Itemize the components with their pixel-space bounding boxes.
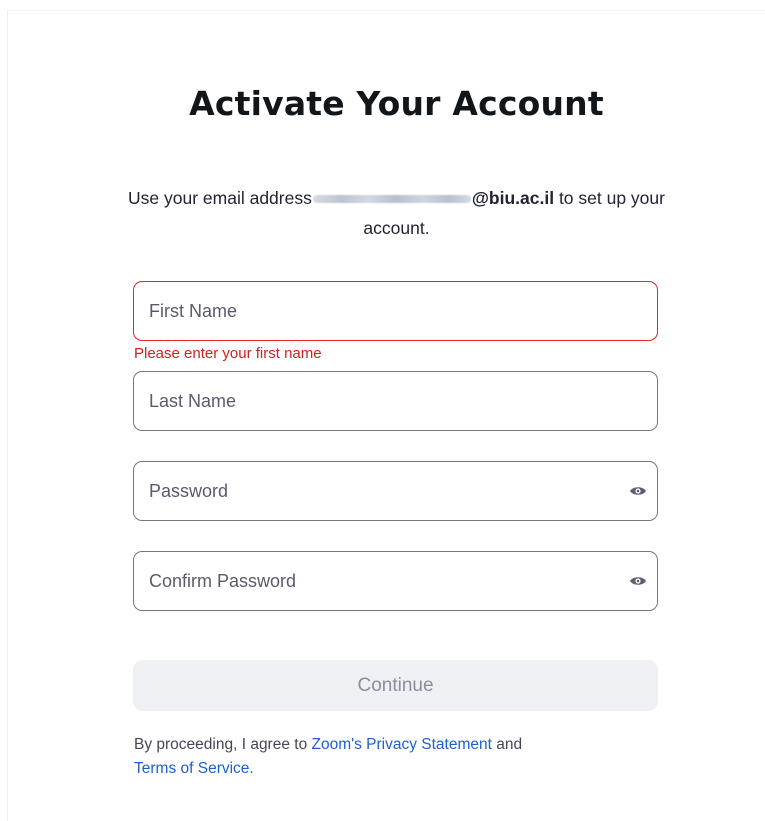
- legal-suffix: .: [249, 760, 254, 777]
- legal-prefix: By proceeding, I agree to: [134, 736, 312, 753]
- first-name-input[interactable]: [149, 282, 619, 340]
- legal-notice: By proceeding, I agree to Zoom's Privacy…: [134, 733, 654, 781]
- last-name-input[interactable]: [149, 372, 619, 430]
- confirm-password-field[interactable]: [133, 551, 658, 611]
- password-field[interactable]: [133, 461, 658, 521]
- continue-button[interactable]: Continue: [133, 660, 658, 711]
- page-title: Activate Your Account: [189, 84, 604, 123]
- eye-icon[interactable]: [629, 575, 647, 587]
- legal-middle: and: [491, 736, 523, 753]
- email-domain: @biu.ac.il: [471, 188, 555, 208]
- first-name-error: Please enter your first name: [134, 345, 322, 362]
- first-name-field[interactable]: [133, 281, 658, 341]
- confirm-password-input[interactable]: [149, 552, 619, 610]
- subtitle: Use your email address @biu.ac.il to set …: [100, 183, 693, 243]
- privacy-statement-link[interactable]: Zoom's Privacy Statement: [312, 736, 492, 753]
- terms-of-service-link[interactable]: Terms of Service: [134, 760, 249, 777]
- subtitle-prefix: Use your email address: [128, 188, 312, 208]
- password-input[interactable]: [149, 462, 619, 520]
- redacted-email-name: [312, 195, 471, 204]
- eye-icon[interactable]: [629, 485, 647, 497]
- last-name-field[interactable]: [133, 371, 658, 431]
